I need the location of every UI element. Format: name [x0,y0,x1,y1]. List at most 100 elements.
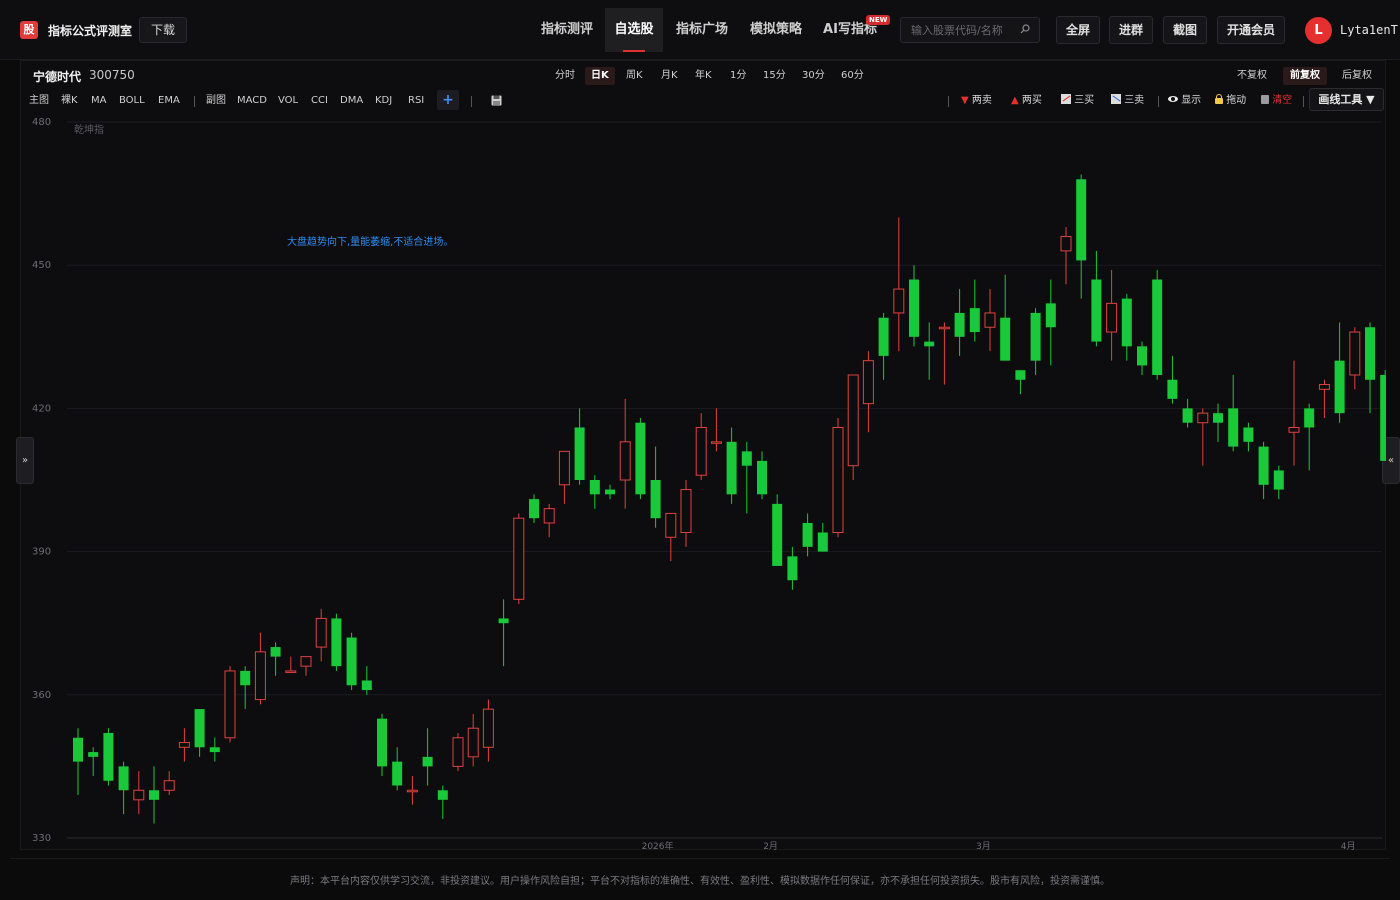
candle-body [361,680,372,691]
indicator-ema[interactable]: EMA [158,94,180,108]
candle-body [392,761,403,786]
avatar[interactable]: L [1305,17,1332,44]
draw-three-buy-label: 三买 [1074,95,1095,106]
candle-body [862,360,874,405]
period-yearly[interactable]: 年K [689,67,718,85]
candle-body [1243,427,1254,442]
candle-body [695,426,707,476]
candle-body [452,737,464,767]
draw-three-sell[interactable]: 三卖 [1111,94,1144,108]
y-tick-label: 450 [32,260,51,271]
candle-body [422,756,433,767]
x-tick-label: 4月 [1341,841,1356,852]
candle-body [467,727,479,758]
nav-tab-watchlist[interactable]: 自选股 [605,8,663,52]
candle-body [498,618,509,624]
indicator-ma[interactable]: MA [91,94,106,108]
candle-body [513,517,525,600]
period-weekly[interactable]: 周K [620,67,649,85]
draw-two-sell[interactable]: ▼ 两卖 [961,94,992,108]
candle-body [315,617,327,648]
candle-body [589,480,600,495]
divider [1158,96,1159,107]
candle-body [787,556,798,581]
download-button[interactable]: 下载 [139,17,188,43]
period-60min[interactable]: 60分 [835,67,870,85]
lock-icon [1215,94,1223,104]
period-daily[interactable]: 日K [585,67,615,85]
candle-body [163,780,175,791]
sub-indicator-label: 副图 [206,95,226,106]
candle-body [984,312,996,328]
app-logo-icon: 股 [20,21,38,39]
candlestick-chart[interactable]: 480 450 420 390 360 330 乾坤指大盘趋势向下,量能萎缩,不适合进场。 2… [20,112,1386,852]
x-tick-label: 2月 [763,841,778,852]
candle-body [1045,303,1056,328]
candle-body [300,656,312,667]
stock-code: 300750 [89,68,135,82]
adjust-none[interactable]: 不复权 [1230,67,1274,85]
indicator-naked-k[interactable]: 裸K [61,94,78,108]
adjust-forward[interactable]: 前复权 [1283,67,1327,85]
candle-body [543,508,555,524]
stock-name: 宁德时代 [33,70,82,84]
draw-drag-toggle[interactable]: 拖动 [1215,94,1246,108]
draw-clear-button[interactable]: 清空 [1261,94,1292,108]
username[interactable]: Lyta1enT [1340,23,1398,37]
y-tick-label: 330 [32,833,51,844]
candle-body [558,450,570,486]
stock-search[interactable] [900,17,1040,43]
screenshot-button[interactable]: 截图 [1163,16,1208,44]
candle-body [1015,370,1026,380]
top-navigation-bar: 股 指标公式评测室 下载 指标测评 自选股 指标广场 模拟策略 AI写指标 NE… [0,0,1400,60]
candle-body [817,532,828,552]
draw-three-sell-label: 三卖 [1124,95,1145,106]
candle-body [1091,279,1102,342]
add-indicator-button[interactable]: + [437,90,459,110]
footer-divider [10,858,1390,859]
draw-two-buy[interactable]: ▲ 两买 [1011,94,1042,108]
candle-body [1167,379,1178,399]
nav-tab-indicator-review[interactable]: 指标测评 [531,8,603,52]
period-1min[interactable]: 1分 [724,67,752,85]
fullscreen-button[interactable]: 全屏 [1056,16,1101,44]
candle-body [133,789,145,801]
candle-body [270,647,281,657]
indicator-vol[interactable]: VOL [278,94,298,108]
draw-show-toggle[interactable]: 显示 [1168,94,1201,108]
indicator-cci[interactable]: CCI [311,94,328,108]
draw-two-sell-label: 两卖 [971,95,992,106]
chart-annotation: 大盘趋势向下,量能萎缩,不适合进场。 [287,235,453,248]
adjust-backward[interactable]: 后复权 [1335,67,1379,85]
nav-tab-indicator-square[interactable]: 指标广场 [666,8,738,52]
app-title: 指标公式评测室 [48,24,133,38]
indicator-name-label: 乾坤指 [74,123,104,136]
save-icon[interactable] [491,95,502,106]
indicator-dma[interactable]: DMA [340,94,363,108]
period-30min[interactable]: 30分 [796,67,831,85]
period-timeshare[interactable]: 分时 [549,67,581,85]
candle-body [726,441,737,495]
membership-button[interactable]: 开通会员 [1217,16,1286,44]
draw-three-buy[interactable]: 三买 [1061,94,1094,108]
search-icon[interactable] [1020,24,1030,34]
candle-body [909,279,919,337]
period-15min[interactable]: 15分 [757,67,792,85]
join-group-button[interactable]: 进群 [1109,16,1154,44]
indicator-rsi[interactable]: RSI [408,94,424,108]
new-badge: NEW [866,15,891,25]
candle-body [1365,327,1375,380]
indicator-kdj[interactable]: KDJ [375,94,392,108]
candle-body [1213,413,1223,423]
stock-search-input[interactable] [911,22,1019,38]
drawing-tools-dropdown[interactable]: 画线工具 ▼ [1309,88,1384,111]
candle-body [847,374,859,467]
indicator-boll[interactable]: BOLL [119,94,145,108]
draw-show-label: 显示 [1181,95,1202,106]
candle-body [1273,470,1284,490]
candle-body [1349,331,1361,376]
candle-body [73,737,83,762]
indicator-macd[interactable]: MACD [237,94,267,108]
nav-tab-simulation-strategy[interactable]: 模拟策略 [740,8,812,52]
period-monthly[interactable]: 月K [655,67,684,85]
